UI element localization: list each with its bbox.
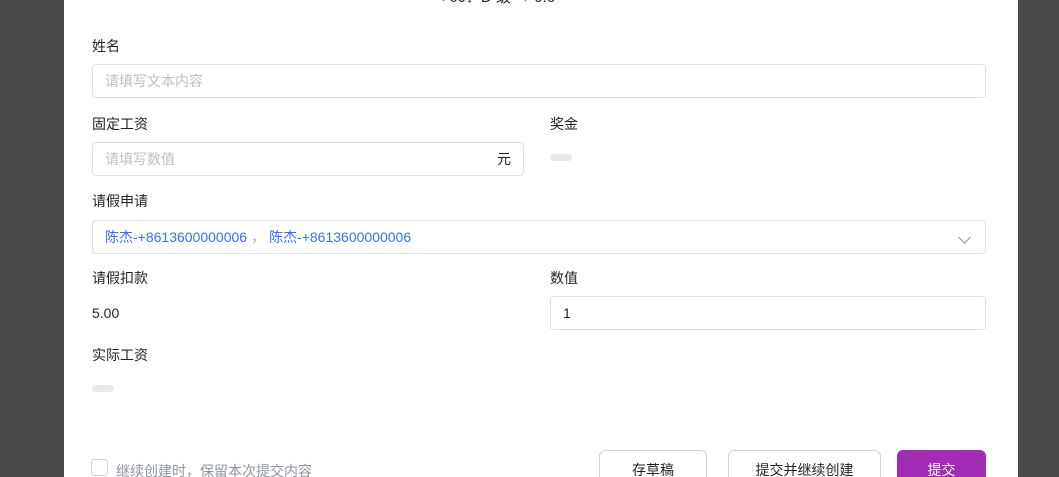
rule-text: < 60：D 级 → 0.6 [436,0,555,6]
leave-request-select[interactable]: 陈杰-+8613600000006，陈杰-+8613600000006 [92,220,986,254]
leave-request-selected-value: 陈杰-+8613600000006，陈杰-+8613600000006 [105,227,411,247]
leave-request-field-label: 请假申请 [92,193,148,209]
bonus-field-label: 奖金 [550,116,578,132]
submit-button-label: 提交 [927,462,956,477]
rule-bullet-line: • < 60：D 级 → 0.6 [417,0,555,8]
actual-salary-empty-placeholder [92,385,114,392]
actual-salary-field-label: 实际工资 [92,347,148,363]
leave-request-separator: ， [251,229,266,245]
form-panel: • < 60：D 级 → 0.6 姓名 固定工资 元 奖金 请假申请 陈杰-+86… [64,0,1018,477]
keep-content-checkbox[interactable] [91,459,108,476]
name-field-label: 姓名 [92,38,120,54]
number-input[interactable] [550,296,986,330]
chevron-down-icon [958,231,971,244]
save-draft-button[interactable]: 存草稿 [599,450,707,477]
fixed-salary-input-wrapper: 元 [92,142,524,176]
screen: • < 60：D 级 → 0.6 姓名 固定工资 元 奖金 请假申请 陈杰-+86… [0,0,1059,477]
submit-and-continue-button-label: 提交并继续创建 [755,462,854,477]
leave-deduction-field-label: 请假扣款 [92,270,148,286]
bonus-empty-placeholder [550,154,572,161]
leave-deduction-value: 5.00 [92,305,120,321]
leave-request-link-1[interactable]: 陈杰-+8613600000006 [105,229,247,245]
fixed-salary-input[interactable] [93,151,497,167]
fixed-salary-field-label: 固定工资 [92,116,148,132]
submit-and-continue-button[interactable]: 提交并继续创建 [728,450,881,477]
fixed-salary-unit-suffix: 元 [497,151,511,167]
number-field-label: 数值 [550,270,578,286]
submit-button[interactable]: 提交 [897,450,986,477]
leave-request-link-2[interactable]: 陈杰-+8613600000006 [269,229,411,245]
keep-content-checkbox-label: 继续创建时，保留本次提交内容 [116,463,312,477]
name-input[interactable] [92,64,986,98]
save-draft-button-label: 存草稿 [632,462,674,477]
bullet-icon: • [417,0,422,6]
